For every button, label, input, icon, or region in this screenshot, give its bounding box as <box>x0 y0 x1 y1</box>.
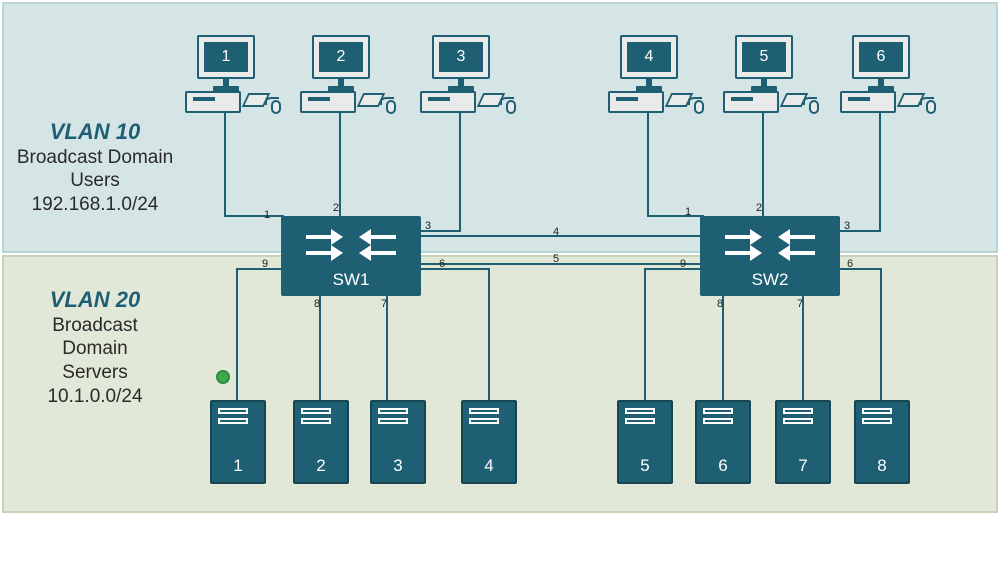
pc-3: 3 <box>420 35 520 120</box>
server-7-label: 7 <box>775 456 831 476</box>
port-sw1-7: 7 <box>381 298 387 310</box>
vlan10-desc2: Users <box>15 169 175 193</box>
port-sw2-9: 9 <box>680 258 686 270</box>
server-2: 2 <box>293 400 349 484</box>
server-3-label: 3 <box>370 456 426 476</box>
port-sw2-7: 7 <box>797 298 803 310</box>
port-sw1-8: 8 <box>314 298 320 310</box>
vlan10-desc1: Broadcast Domain <box>15 146 175 170</box>
pc-2: 2 <box>300 35 400 120</box>
pc-3-label: 3 <box>439 42 483 72</box>
pc-4: 4 <box>608 35 708 120</box>
pc-6: 6 <box>840 35 940 120</box>
port-sw1-4: 4 <box>553 226 559 238</box>
port-sw1-9: 9 <box>262 258 268 270</box>
pc-6-label: 6 <box>859 42 903 72</box>
server-6: 6 <box>695 400 751 484</box>
vlan20-desc1: Broadcast Domain <box>20 314 170 362</box>
port-sw2-2: 2 <box>756 202 762 214</box>
port-sw1-5: 5 <box>553 253 559 265</box>
switch-arrows-icon <box>281 220 421 271</box>
pc-4-label: 4 <box>627 42 671 72</box>
server-5: 5 <box>617 400 673 484</box>
port-sw2-8: 8 <box>717 298 723 310</box>
server-8-label: 8 <box>854 456 910 476</box>
pc-2-label: 2 <box>319 42 363 72</box>
sw2-label: SW2 <box>700 270 840 290</box>
vlan10-subnet: 192.168.1.0/24 <box>15 193 175 217</box>
server-5-label: 5 <box>617 456 673 476</box>
pc-5: 5 <box>723 35 823 120</box>
pc-1-label: 1 <box>204 42 248 72</box>
server-2-label: 2 <box>293 456 349 476</box>
port-sw1-1: 1 <box>264 209 270 221</box>
pc-5-label: 5 <box>742 42 786 72</box>
server-1-label: 1 <box>210 456 266 476</box>
switch-arrows-icon <box>700 220 840 271</box>
port-sw1-3: 3 <box>425 220 431 232</box>
port-sw1-6: 6 <box>439 258 445 270</box>
vlan10-label: VLAN 10 Broadcast Domain Users 192.168.1… <box>15 118 175 217</box>
port-sw2-6: 6 <box>847 258 853 270</box>
pc-1: 1 <box>185 35 285 120</box>
vlan20-desc2: Servers <box>20 361 170 385</box>
server-6-label: 6 <box>695 456 751 476</box>
vlan10-name: VLAN 10 <box>15 118 175 146</box>
vlan20-subnet: 10.1.0.0/24 <box>20 385 170 409</box>
switch-sw2: SW2 <box>700 216 840 296</box>
server-4: 4 <box>461 400 517 484</box>
server-7: 7 <box>775 400 831 484</box>
status-dot <box>216 370 230 384</box>
server-3: 3 <box>370 400 426 484</box>
server-8: 8 <box>854 400 910 484</box>
port-sw1-2: 2 <box>333 202 339 214</box>
server-4-label: 4 <box>461 456 517 476</box>
vlan20-name: VLAN 20 <box>20 286 170 314</box>
server-1: 1 <box>210 400 266 484</box>
sw1-label: SW1 <box>281 270 421 290</box>
port-sw2-1: 1 <box>685 206 691 218</box>
switch-sw1: SW1 <box>281 216 421 296</box>
port-sw2-3: 3 <box>844 220 850 232</box>
vlan20-label: VLAN 20 Broadcast Domain Servers 10.1.0.… <box>20 286 170 409</box>
